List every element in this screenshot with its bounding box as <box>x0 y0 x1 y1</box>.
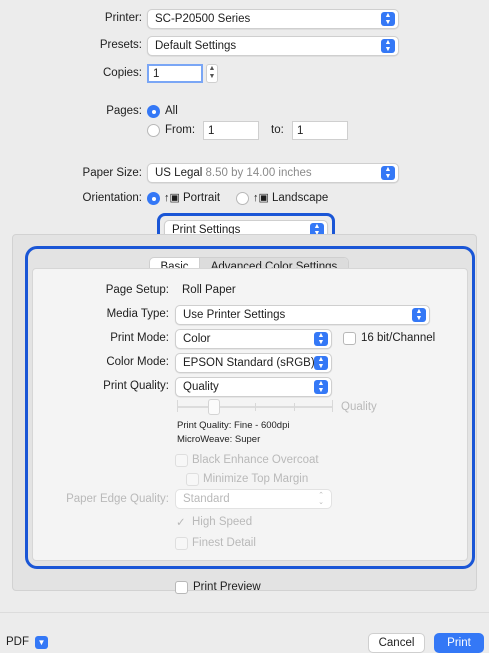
chevron-updown-icon: ▲▼ <box>314 356 328 370</box>
presets-popup[interactable]: Default Settings ▲ ▼ <box>147 36 399 56</box>
copies-input[interactable]: 1 <box>147 64 203 83</box>
cancel-button[interactable]: Cancel <box>368 633 425 653</box>
print-quality-popup[interactable]: Quality ▲ ▼ <box>175 377 332 397</box>
finest-detail-checkbox[interactable] <box>175 537 188 550</box>
media-type-value: Use Printer Settings <box>183 309 286 321</box>
pages-from-radio[interactable] <box>147 124 160 137</box>
color-mode-value: EPSON Standard (sRGB) <box>183 357 315 369</box>
print-preview-label: Print Preview <box>193 581 261 593</box>
color-mode-label: Color Mode: <box>106 356 169 368</box>
pdf-label: PDF <box>6 636 29 648</box>
print-mode-popup[interactable]: Color ▲ ▼ <box>175 329 332 349</box>
pages-all-radio[interactable] <box>147 105 160 118</box>
footer-divider <box>0 612 489 613</box>
bit-checkbox[interactable] <box>343 332 356 345</box>
copies-label: Copies: <box>103 67 142 79</box>
paper-size-popup[interactable]: US Legal 8.50 by 14.00 inches ▲ ▼ <box>147 163 399 183</box>
chevron-updown-icon: ⌃ ⌄ <box>318 492 324 506</box>
portrait-icon: ↑▣ <box>164 192 180 204</box>
pages-to-input[interactable]: 1 <box>292 121 348 140</box>
portrait-label: Portrait <box>183 192 221 204</box>
black-enhance-label: Black Enhance Overcoat <box>192 454 319 466</box>
landscape-icon: ↑▣ <box>253 192 269 204</box>
print-quality-value: Quality <box>183 381 219 393</box>
black-enhance-checkbox[interactable] <box>175 454 188 467</box>
chevron-updown-icon: ▲▼ <box>381 12 395 26</box>
quality-slider-knob[interactable] <box>208 399 220 415</box>
presets-value: Default Settings <box>155 40 237 52</box>
paper-size-dimensions: 8.50 by 14.00 inches <box>205 167 312 179</box>
print-button[interactable]: Print <box>434 633 484 653</box>
minimize-margin-checkbox[interactable] <box>186 473 199 486</box>
landscape-radio[interactable] <box>236 192 249 205</box>
page-setup-value: Roll Paper <box>182 284 236 296</box>
pages-all-label: All <box>165 105 178 117</box>
bit-label: 16 bit/Channel <box>361 332 436 344</box>
landscape-label: Landscape <box>272 192 329 204</box>
minimize-margin-label: Minimize Top Margin <box>203 473 309 485</box>
print-mode-label: Print Mode: <box>110 332 169 344</box>
print-quality-label: Print Quality: <box>103 380 169 392</box>
microweave-info: MicroWeave: Super <box>177 434 261 445</box>
pages-label: Pages: <box>106 105 142 117</box>
copies-stepper[interactable]: ▲ ▼ <box>206 64 218 83</box>
media-type-label: Media Type: <box>106 308 169 320</box>
print-preview-checkbox[interactable] <box>175 581 188 594</box>
high-speed-checkmark-icon: ✓ <box>176 517 186 529</box>
high-speed-label: High Speed <box>192 516 253 528</box>
pdf-button[interactable]: PDF ▼ <box>6 633 48 651</box>
quality-slider-label: Quality <box>341 401 377 413</box>
media-type-popup[interactable]: Use Printer Settings ▲ ▼ <box>175 305 430 325</box>
chevron-updown-icon: ▲▼ <box>412 308 426 322</box>
presets-label: Presets: <box>99 39 142 51</box>
chevron-updown-icon: ▲▼ <box>314 332 328 346</box>
pages-from-label: From: <box>165 124 196 136</box>
chevron-updown-icon: ▲▼ <box>381 39 395 53</box>
chevron-down-icon: ▼ <box>35 635 48 649</box>
printer-value: SC-P20500 Series <box>155 13 251 25</box>
portrait-radio[interactable] <box>147 192 160 205</box>
paper-size-name: US Legal <box>155 167 203 179</box>
color-mode-popup[interactable]: EPSON Standard (sRGB) ▲ ▼ <box>175 353 332 373</box>
printer-popup[interactable]: SC-P20500 Series ▲ ▼ <box>147 9 399 29</box>
edge-quality-value: Standard <box>183 493 230 505</box>
page-setup-label: Page Setup: <box>105 284 169 296</box>
finest-detail-label: Finest Detail <box>192 537 256 549</box>
chevron-updown-icon: ▲▼ <box>381 166 395 180</box>
pages-to-label: to: <box>271 124 284 136</box>
print-quality-info: Print Quality: Fine - 600dpi <box>177 420 290 431</box>
edge-quality-label: Paper Edge Quality: <box>66 493 169 505</box>
quality-slider-ticks <box>177 400 333 412</box>
chevron-updown-icon: ▲▼ <box>314 380 328 394</box>
paper-size-label: Paper Size: <box>82 167 142 179</box>
print-mode-value: Color <box>183 333 211 345</box>
edge-quality-popup[interactable]: Standard ⌃ ⌄ <box>175 489 332 509</box>
pages-from-input[interactable]: 1 <box>203 121 259 140</box>
printer-label: Printer: <box>104 12 142 24</box>
orientation-label: Orientation: <box>82 192 142 204</box>
